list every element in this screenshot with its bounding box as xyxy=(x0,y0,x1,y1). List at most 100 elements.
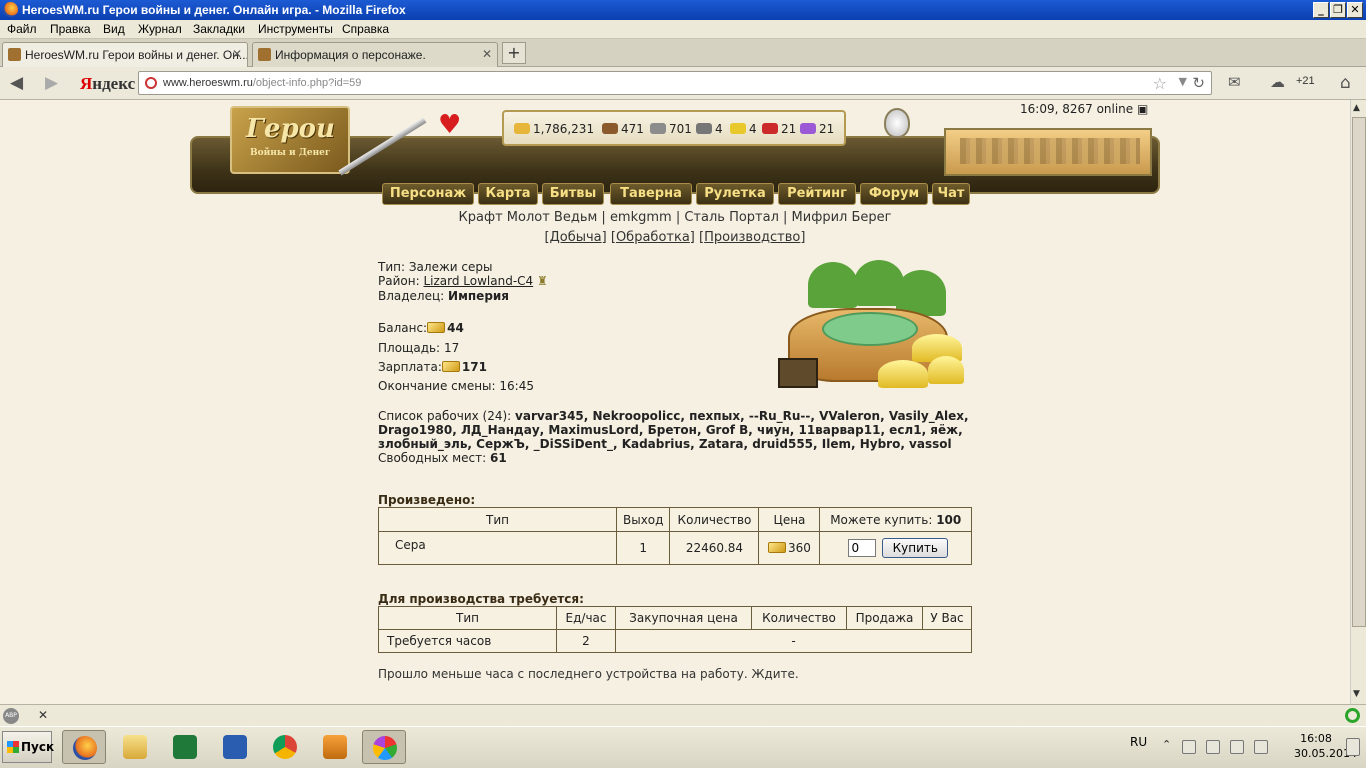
system-clock[interactable]: 16:08 30.05.2014 xyxy=(1294,731,1357,761)
ore-icon xyxy=(650,123,666,134)
tab-heroeswm[interactable]: HeroesWM.ru Герои войны и денег. Он... ✕ xyxy=(2,42,248,67)
weather-temperature[interactable]: +21 xyxy=(1296,75,1315,87)
buy-quantity-input[interactable] xyxy=(848,539,877,557)
back-arrow-icon[interactable]: ◀ xyxy=(10,73,23,93)
gold-icon xyxy=(768,542,786,553)
link-mining[interactable]: Добыча xyxy=(550,230,602,245)
weather-cloud-icon[interactable]: ☁ xyxy=(1270,73,1285,91)
forward-arrow-icon[interactable]: ▶ xyxy=(45,73,58,93)
object-district: Район: Lizard Lowland-C4 ♜ xyxy=(378,274,548,288)
nav-chat[interactable]: Чат xyxy=(932,183,970,205)
link-processing[interactable]: Обработка xyxy=(616,230,690,245)
resource-sulfur: 4 xyxy=(730,122,757,136)
close-tab-icon[interactable]: ✕ xyxy=(232,47,242,61)
taskbar-word[interactable] xyxy=(213,730,257,764)
word-icon xyxy=(223,735,247,759)
device-icon[interactable] xyxy=(1206,740,1220,754)
yandex-logo[interactable]: Яндекс xyxy=(80,74,135,94)
address-bar[interactable]: www.heroeswm.ru/object-info.php?id=59 ☆ … xyxy=(138,71,1212,95)
map-marker-icon: ♜ xyxy=(537,274,548,288)
scroll-thumb[interactable] xyxy=(1352,117,1366,627)
reload-icon[interactable]: ↻ xyxy=(1192,74,1205,92)
mail-icon[interactable]: ✉ xyxy=(1228,73,1241,91)
sulfur-deposit-image xyxy=(778,260,970,400)
object-filter-links: [Добыча] [Обработка] [Производство] xyxy=(544,230,806,245)
close-tab-icon[interactable]: ✕ xyxy=(482,47,492,61)
excel-icon xyxy=(173,735,197,759)
minimize-button[interactable]: _ xyxy=(1313,2,1329,18)
taskbar-help[interactable] xyxy=(313,730,357,764)
nav-map[interactable]: Карта xyxy=(478,183,538,205)
addon-bar: ABP ✕ xyxy=(0,704,1366,726)
nav-tavern[interactable]: Таверна xyxy=(610,183,692,205)
table-row: Требуется часов 2 - xyxy=(378,629,972,653)
taskbar-explorer[interactable] xyxy=(113,730,157,764)
adblock-icon[interactable]: ABP xyxy=(3,708,19,724)
nav-forum[interactable]: Форум xyxy=(860,183,928,205)
show-desktop-button[interactable] xyxy=(1346,738,1360,756)
menu-history[interactable]: Журнал xyxy=(138,22,182,36)
table-header-row: Тип Ед/час Закупочная цена Количество Пр… xyxy=(378,606,972,630)
taskbar-firefox[interactable] xyxy=(62,730,106,764)
main-navigation: Персонаж Карта Битвы Таверна Рулетка Рей… xyxy=(190,183,970,205)
produced-table: Тип Выход Количество Цена Можете купить:… xyxy=(378,507,972,565)
restore-button[interactable]: ❐ xyxy=(1330,2,1346,18)
menu-edit[interactable]: Правка xyxy=(50,22,91,36)
nav-roulette[interactable]: Рулетка xyxy=(696,183,774,205)
help-icon xyxy=(323,735,347,759)
tab-character-info[interactable]: Информация о персонаже. ✕ xyxy=(252,42,498,67)
close-addon-bar-icon[interactable]: ✕ xyxy=(38,708,48,722)
page-scrollbar[interactable]: ▲ ▼ xyxy=(1350,100,1366,704)
bookmark-star-icon[interactable]: ☆ xyxy=(1153,74,1167,93)
tab-strip: HeroesWM.ru Герои войны и денег. Он... ✕… xyxy=(0,39,1366,67)
home-icon[interactable]: ⌂ xyxy=(1340,73,1351,93)
url-dropdown-icon[interactable]: ▼ xyxy=(1179,75,1187,88)
taskbar-excel[interactable] xyxy=(163,730,207,764)
action-center-flag-icon[interactable] xyxy=(1182,740,1196,754)
menu-view[interactable]: Вид xyxy=(103,22,125,36)
health-heart-icon[interactable]: ♥ xyxy=(438,112,461,138)
chat-icon: ▣ xyxy=(1137,102,1149,116)
close-window-button[interactable]: ✕ xyxy=(1347,2,1363,18)
nav-character[interactable]: Персонаж xyxy=(382,183,474,205)
menu-help[interactable]: Справка xyxy=(342,22,389,36)
menu-file[interactable]: Файл xyxy=(7,22,37,36)
volume-icon[interactable] xyxy=(1254,740,1268,754)
server-time-online: 16:09, 8267 online ▣ xyxy=(1020,102,1149,116)
taskbar-chrome[interactable] xyxy=(263,730,307,764)
table-header-row: Тип Выход Количество Цена Можете купить:… xyxy=(378,507,972,532)
heroes-logo[interactable]: Герои Войны и Денег xyxy=(230,106,350,174)
language-indicator[interactable]: RU xyxy=(1130,735,1147,749)
link-production[interactable]: Производство xyxy=(704,230,800,245)
menu-bar: Файл Правка Вид Журнал Закладки Инструме… xyxy=(0,20,1366,39)
sub-links[interactable]: Крафт Молот Ведьм | emkgmm | Сталь Порта… xyxy=(0,210,1350,225)
new-tab-button[interactable]: + xyxy=(502,42,526,64)
district-link[interactable]: Lizard Lowland-C4 xyxy=(423,274,533,288)
url-text[interactable]: www.heroeswm.ru/object-info.php?id=59 xyxy=(163,77,361,89)
nav-battles[interactable]: Битвы xyxy=(542,183,604,205)
taskbar-paint[interactable] xyxy=(362,730,406,764)
sync-status-icon[interactable] xyxy=(1345,708,1360,723)
object-balance: Баланс: 44 xyxy=(378,321,464,335)
menu-tools[interactable]: Инструменты xyxy=(258,22,333,36)
menu-bookmarks[interactable]: Закладки xyxy=(193,22,245,36)
start-button[interactable]: Пуск xyxy=(2,731,54,763)
gems-icon xyxy=(800,123,816,134)
inventory-bag-icon[interactable] xyxy=(884,108,910,138)
windows-taskbar: Пуск RU ⌃ 16:08 30.05.2014 xyxy=(0,726,1366,768)
crystal-icon xyxy=(762,123,778,134)
tab-label: Информация о персонаже. xyxy=(275,48,426,62)
object-owner: Владелец: Империя xyxy=(378,289,510,303)
buy-button[interactable]: Купить xyxy=(882,538,949,558)
object-area: Площадь: 17 xyxy=(378,341,460,355)
resource-ore: 701 xyxy=(650,122,692,136)
nav-rating[interactable]: Рейтинг xyxy=(778,183,856,205)
tray-expand-icon[interactable]: ⌃ xyxy=(1162,738,1171,751)
sword-favicon-icon xyxy=(258,48,271,61)
network-signal-icon[interactable] xyxy=(1230,740,1244,754)
chrome-icon xyxy=(273,735,297,759)
window-titlebar: HeroesWM.ru Герои войны и денег. Онлайн … xyxy=(0,0,1366,20)
resource-wood: 471 xyxy=(602,122,644,136)
site-identity-icon[interactable] xyxy=(145,77,157,89)
scroll-down-icon: ▼ xyxy=(1353,689,1360,699)
